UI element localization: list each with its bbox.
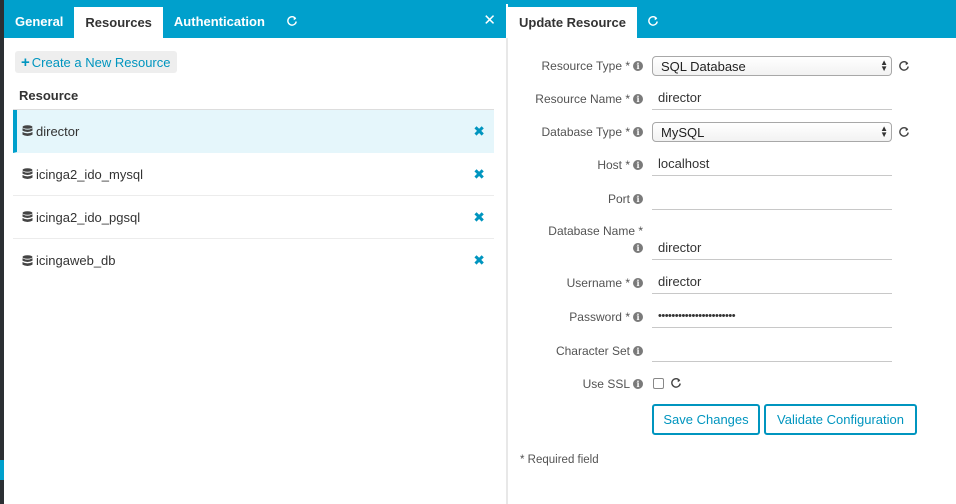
resource-name: icinga2_ido_mysql — [22, 167, 143, 182]
refresh-tab[interactable] — [276, 4, 308, 38]
info-icon: i — [633, 94, 643, 104]
resource-name: director — [22, 124, 79, 139]
info-icon: i — [633, 379, 643, 389]
label-text: Resource Name * — [535, 92, 630, 106]
resources-pane: + Create a New Resource Resource directo… — [4, 38, 506, 504]
character-set-input[interactable] — [652, 338, 892, 362]
info-icon: i — [633, 160, 643, 170]
resource-row-icingaweb-db[interactable]: icingaweb_db ✖ — [13, 239, 494, 282]
resource-list-header: Resource — [19, 88, 79, 103]
tab-resources[interactable]: Resources — [74, 7, 163, 38]
resource-row-icinga2-ido-mysql[interactable]: icinga2_ido_mysql ✖ — [13, 153, 494, 196]
label-text: Use SSL — [582, 377, 630, 391]
database-icon — [22, 211, 33, 222]
plus-icon: + — [21, 53, 30, 71]
info-icon: i — [633, 127, 643, 137]
select-arrows-icon: ▲ ▼ — [880, 124, 888, 139]
reload-icon[interactable] — [670, 377, 682, 389]
label-text: Database Name * — [548, 224, 643, 238]
info-icon: i — [633, 194, 643, 204]
info-icon: i — [633, 312, 643, 322]
resource-label: icinga2_ido_pgsql — [36, 209, 141, 225]
tab-authentication[interactable]: Authentication — [163, 4, 276, 38]
resource-label: icinga2_ido_mysql — [36, 166, 143, 182]
character-set-label: Character Set i — [556, 344, 643, 358]
right-tab-bar: Update Resource — [508, 4, 956, 38]
database-name-label: Database Name * i — [548, 224, 643, 253]
select-value: MySQL — [661, 124, 705, 140]
host-label: Host * i — [597, 158, 643, 172]
save-changes-button[interactable]: Save Changes — [652, 404, 760, 435]
password-input[interactable]: ••••••••••••••••••••••• — [652, 304, 892, 328]
label-text: Character Set — [555, 344, 630, 358]
refresh-tab-right[interactable] — [637, 4, 669, 38]
reload-icon[interactable] — [898, 60, 910, 72]
port-input[interactable] — [652, 186, 892, 210]
refresh-icon — [287, 16, 297, 26]
remove-icon[interactable]: ✖ — [473, 123, 485, 140]
update-resource-form: Resource Type * i SQL Database ▲ ▼ Resource… — [508, 38, 956, 504]
info-icon: i — [633, 61, 643, 71]
label-text: Username * — [566, 276, 630, 290]
resource-label: icingaweb_db — [36, 253, 116, 268]
database-type-select[interactable]: MySQL ▲ ▼ — [652, 122, 892, 142]
reload-icon[interactable] — [898, 126, 910, 138]
resource-type-select[interactable]: SQL Database ▲ ▼ — [652, 56, 892, 76]
tab-update-resource[interactable]: Update Resource — [508, 7, 637, 38]
left-tab-bar: General Resources Authentication ✕ — [4, 4, 506, 38]
create-resource-label: Create a New Resource — [31, 54, 171, 70]
remove-icon[interactable]: ✖ — [473, 209, 485, 226]
info-icon: i — [633, 243, 643, 253]
resource-row-director[interactable]: director ✖ — [13, 110, 494, 153]
database-name-input[interactable]: director — [652, 236, 892, 260]
resource-type-label: Resource Type * i — [541, 59, 643, 73]
select-value: SQL Database — [661, 58, 746, 74]
use-ssl-label: Use SSL i — [583, 377, 643, 391]
info-icon: i — [633, 278, 643, 288]
port-label: Port i — [608, 192, 643, 206]
label-text: Password * — [569, 310, 630, 324]
resource-name-label: Resource Name * i — [535, 92, 643, 106]
label-text: Database Type * — [541, 125, 630, 139]
label-text: Resource Type * — [541, 59, 631, 73]
label-text: Host * — [597, 158, 630, 172]
password-label: Password * i — [569, 310, 643, 324]
info-icon: i — [633, 346, 643, 356]
resource-name-input[interactable]: director — [652, 86, 892, 110]
username-input[interactable]: director — [652, 270, 892, 294]
remove-icon[interactable]: ✖ — [473, 252, 485, 269]
resource-label: director — [36, 123, 80, 139]
host-input[interactable]: localhost — [652, 152, 892, 176]
refresh-icon — [648, 16, 658, 26]
validate-configuration-button[interactable]: Validate Configuration — [764, 404, 917, 435]
create-resource-button[interactable]: + Create a New Resource — [15, 51, 177, 73]
tab-general[interactable]: General — [4, 4, 74, 38]
required-field-note: * Required field — [520, 454, 599, 466]
resource-list: director ✖ icinga2_ido_mysql ✖ icinga2_i… — [13, 109, 494, 282]
database-icon — [22, 254, 33, 266]
select-arrows-icon: ▲ ▼ — [880, 58, 888, 73]
resource-name: icingaweb_db — [22, 253, 116, 268]
resource-name: icinga2_ido_pgsql — [22, 210, 140, 225]
use-ssl-checkbox[interactable] — [653, 378, 664, 389]
username-label: Username * i — [567, 276, 643, 290]
resource-row-icinga2-ido-pgsql[interactable]: icinga2_ido_pgsql ✖ — [13, 196, 494, 239]
database-icon — [22, 168, 33, 179]
remove-icon[interactable]: ✖ — [473, 166, 485, 183]
label-text: Port — [607, 192, 630, 206]
close-icon[interactable]: ✕ — [483, 13, 496, 28]
database-icon — [22, 125, 33, 136]
database-type-label: Database Type * i — [541, 125, 643, 139]
